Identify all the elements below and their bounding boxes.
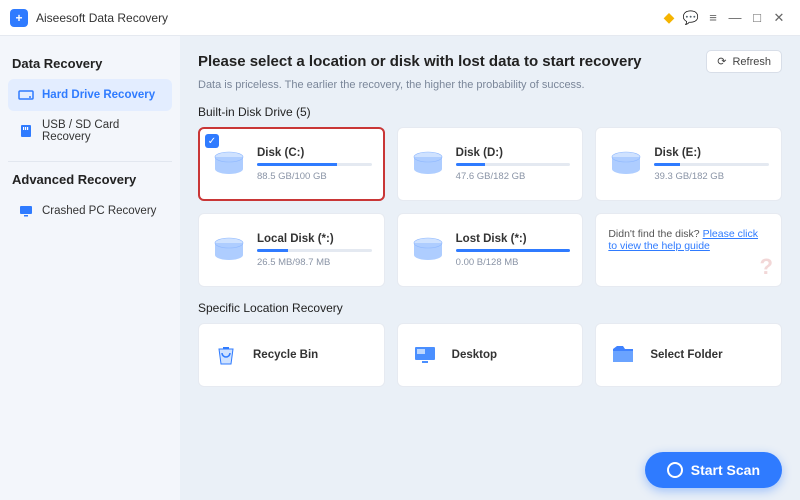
close-button[interactable]: ✕ — [768, 7, 790, 29]
disk-info: Disk (D:) 47.6 GB/182 GB — [456, 147, 571, 182]
disk-card[interactable]: Disk (D:) 47.6 GB/182 GB — [397, 127, 584, 201]
disk-icon — [410, 236, 446, 264]
feedback-icon[interactable]: 💬 — [680, 7, 702, 29]
refresh-label: Refresh — [732, 56, 771, 68]
sidebar-item-label: USB / SD Card Recovery — [42, 119, 162, 143]
disk-size: 88.5 GB/100 GB — [257, 171, 372, 182]
disk-size: 47.6 GB/182 GB — [456, 171, 571, 182]
group-label-builtin-disks: Built-in Disk Drive (5) — [198, 105, 782, 119]
sidebar-section-data-recovery: Data Recovery — [12, 56, 168, 71]
disk-card[interactable]: Lost Disk (*:) 0.00 B/128 MB — [397, 213, 584, 287]
page-subtitle: Data is priceless. The earlier the recov… — [198, 79, 782, 91]
usage-bar — [654, 163, 769, 166]
main-content: Please select a location or disk with lo… — [180, 36, 800, 500]
disk-name: Disk (C:) — [257, 147, 372, 159]
sd-card-icon — [18, 123, 34, 139]
disk-size: 0.00 B/128 MB — [456, 257, 571, 268]
usage-bar — [456, 163, 571, 166]
location-icon — [410, 340, 440, 370]
location-label: Desktop — [452, 349, 497, 361]
usage-bar — [257, 249, 372, 252]
app-logo-icon: + — [10, 9, 28, 27]
group-label-specific-location: Specific Location Recovery — [198, 301, 782, 315]
minimize-button[interactable]: — — [724, 7, 746, 29]
usage-bar — [257, 163, 372, 166]
app-title: Aiseesoft Data Recovery — [36, 11, 168, 25]
monitor-icon — [18, 203, 34, 219]
location-card[interactable]: Select Folder — [595, 323, 782, 387]
start-scan-button[interactable]: Start Scan — [645, 452, 782, 488]
disk-size: 26.5 MB/98.7 MB — [257, 257, 372, 268]
disk-info: Disk (E:) 39.3 GB/182 GB — [654, 147, 769, 182]
location-icon — [608, 340, 638, 370]
disk-name: Lost Disk (*:) — [456, 233, 571, 245]
disk-info: Local Disk (*:) 26.5 MB/98.7 MB — [257, 233, 372, 268]
disk-grid: ✓ Disk (C:) 88.5 GB/100 GB Disk (D:) 47.6 GB… — [198, 127, 782, 287]
disk-name: Local Disk (*:) — [257, 233, 372, 245]
disk-icon — [211, 150, 247, 178]
disk-size: 39.3 GB/182 GB — [654, 171, 769, 182]
disk-card[interactable]: ✓ Disk (C:) 88.5 GB/100 GB — [198, 127, 385, 201]
titlebar: + Aiseesoft Data Recovery ◆ 💬 ≡ — □ ✕ — [0, 0, 800, 36]
location-label: Recycle Bin — [253, 349, 318, 361]
sidebar-item-hard-drive-recovery[interactable]: Hard Drive Recovery — [8, 79, 172, 111]
sidebar-item-label: Hard Drive Recovery — [42, 89, 155, 101]
refresh-button[interactable]: ⟳ Refresh — [706, 50, 782, 73]
location-grid: Recycle Bin Desktop Select Folder — [198, 323, 782, 387]
sidebar-item-label: Crashed PC Recovery — [42, 205, 156, 217]
sidebar: Data Recovery Hard Drive Recovery USB / … — [0, 36, 180, 500]
disk-icon — [211, 236, 247, 264]
menu-icon[interactable]: ≡ — [702, 7, 724, 29]
location-card[interactable]: Recycle Bin — [198, 323, 385, 387]
sidebar-item-usb-sd-recovery[interactable]: USB / SD Card Recovery — [8, 111, 172, 151]
location-label: Select Folder — [650, 349, 722, 361]
upgrade-icon[interactable]: ◆ — [658, 7, 680, 29]
usage-bar — [456, 249, 571, 252]
disk-card[interactable]: Disk (E:) 39.3 GB/182 GB — [595, 127, 782, 201]
location-icon — [211, 340, 241, 370]
disk-icon — [410, 150, 446, 178]
maximize-button[interactable]: □ — [746, 7, 768, 29]
sidebar-section-advanced-recovery: Advanced Recovery — [12, 172, 168, 187]
sidebar-item-crashed-pc-recovery[interactable]: Crashed PC Recovery — [8, 195, 172, 227]
start-scan-label: Start Scan — [691, 462, 760, 478]
disk-name: Disk (E:) — [654, 147, 769, 159]
disk-name: Disk (D:) — [456, 147, 571, 159]
selected-check-icon: ✓ — [205, 134, 219, 148]
disk-info: Disk (C:) 88.5 GB/100 GB — [257, 147, 372, 182]
question-icon: ? — [760, 254, 773, 280]
disk-icon — [608, 150, 644, 178]
help-card: Didn't find the disk? Please click to vi… — [595, 213, 782, 287]
location-card[interactable]: Desktop — [397, 323, 584, 387]
disk-info: Lost Disk (*:) 0.00 B/128 MB — [456, 233, 571, 268]
help-text: Didn't find the disk? — [608, 228, 702, 240]
refresh-icon: ⟳ — [717, 55, 726, 68]
hard-drive-icon — [18, 87, 34, 103]
disk-card[interactable]: Local Disk (*:) 26.5 MB/98.7 MB — [198, 213, 385, 287]
scan-icon — [667, 462, 683, 478]
page-title: Please select a location or disk with lo… — [198, 53, 696, 70]
